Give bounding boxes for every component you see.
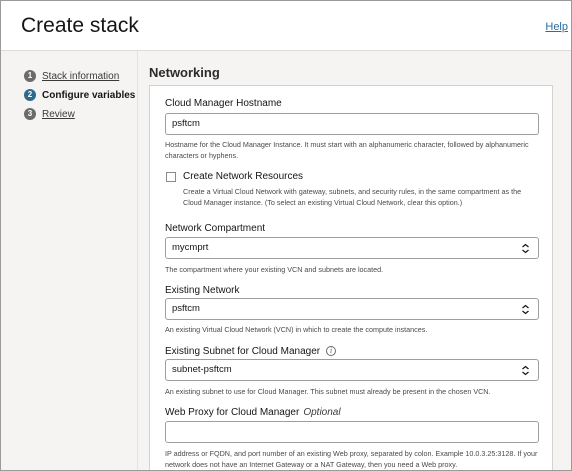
existing-network-label: Existing Network: [165, 285, 240, 296]
info-icon[interactable]: i: [326, 346, 337, 357]
step-label[interactable]: Review: [42, 109, 75, 120]
web-proxy-label: Web Proxy for Cloud Manager: [165, 407, 300, 418]
existing-subnet-label: Existing Subnet for Cloud Manager: [165, 346, 321, 357]
section-title: Networking: [149, 65, 220, 80]
chevron-updown-icon: [522, 365, 529, 376]
existing-subnet-value: subnet-psftcm: [172, 364, 232, 375]
window: Create stack Help 1 Stack information 2 …: [0, 0, 572, 471]
existing-subnet-help: An existing subnet to use for Cloud Mana…: [165, 387, 491, 396]
web-proxy-input[interactable]: [165, 421, 539, 443]
existing-subnet-select[interactable]: subnet-psftcm: [165, 359, 539, 381]
step-number: 1: [24, 70, 36, 82]
existing-network-select[interactable]: psftcm: [165, 298, 539, 320]
step-review[interactable]: 3 Review: [24, 105, 135, 123]
help-link[interactable]: Help: [545, 21, 568, 33]
hostname-input[interactable]: psftcm: [165, 113, 539, 135]
existing-network-value: psftcm: [172, 303, 200, 314]
network-compartment-value: mycmprt: [172, 242, 209, 253]
network-compartment-select[interactable]: mycmprt: [165, 237, 539, 259]
wizard-steps: 1 Stack information 2 Configure variable…: [24, 67, 135, 124]
network-compartment-label: Network Compartment: [165, 223, 266, 234]
page-title: Create stack: [21, 14, 139, 37]
hostname-help: Hostname for the Cloud Manager Instance.…: [165, 140, 529, 160]
chevron-updown-icon: [522, 304, 529, 315]
web-proxy-label-row: Web Proxy for Cloud Manager Optional: [165, 407, 341, 418]
chevron-updown-icon: [522, 243, 529, 254]
step-number: 2: [24, 89, 36, 101]
network-compartment-help: The compartment where your existing VCN …: [165, 265, 384, 274]
create-network-label: Create Network Resources: [183, 171, 304, 182]
existing-network-help: An existing Virtual Cloud Network (VCN) …: [165, 325, 428, 334]
step-label: Configure variables: [42, 89, 136, 101]
step-label[interactable]: Stack information: [42, 71, 119, 82]
create-network-help: Create a Virtual Cloud Network with gate…: [183, 187, 522, 207]
hostname-label: Cloud Manager Hostname: [165, 98, 282, 109]
step-configure-variables: 2 Configure variables: [24, 86, 135, 104]
create-network-checkbox[interactable]: [166, 172, 176, 182]
optional-label: Optional: [303, 407, 341, 418]
web-proxy-help: IP address or FQDN, and port number of a…: [165, 449, 538, 469]
networking-panel: Cloud Manager Hostname psftcm Hostname f…: [149, 85, 553, 470]
divider: [137, 51, 138, 470]
existing-subnet-label-row: Existing Subnet for Cloud Manager i: [165, 346, 337, 357]
step-stack-information[interactable]: 1 Stack information: [24, 67, 135, 85]
step-number: 3: [24, 108, 36, 120]
page-header: Create stack Help: [1, 1, 571, 51]
